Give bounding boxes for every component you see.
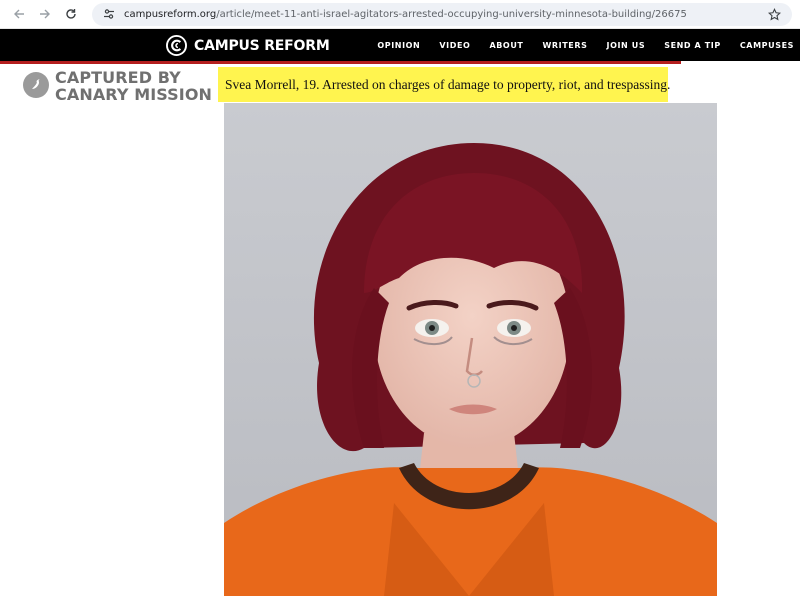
url-path: /article/meet-11-anti-israel-agitators-a… xyxy=(216,8,687,20)
nav-opinion[interactable]: OPINION xyxy=(377,41,420,50)
bookmark-star-icon[interactable] xyxy=(766,6,782,22)
nav-join-us[interactable]: JOIN US xyxy=(607,41,646,50)
nav-writers[interactable]: WRITERS xyxy=(542,41,587,50)
nav-send-a-tip[interactable]: SEND A TIP xyxy=(664,41,721,50)
canary-line2: CANARY MISSION xyxy=(55,85,213,104)
url-text: campusreform.org/article/meet-11-anti-is… xyxy=(124,9,766,20)
logo-mark-icon xyxy=(166,35,187,56)
canary-mission-badge[interactable]: CAPTURED BY CANARY MISSION xyxy=(23,69,212,103)
article-photo xyxy=(224,103,717,596)
main-nav: OPINION VIDEO ABOUT WRITERS JOIN US SEND… xyxy=(358,29,794,61)
url-host: campusreform.org xyxy=(124,8,217,20)
canary-bird-icon xyxy=(23,72,49,98)
logo-text: CAMPUS REFORM xyxy=(194,37,330,54)
photo-caption-highlight: Svea Morrell, 19. Arrested on charges of… xyxy=(218,67,671,102)
back-arrow-icon[interactable] xyxy=(8,3,30,25)
campus-reform-logo[interactable]: CAMPUS REFORM xyxy=(166,35,330,56)
canary-line1: CAPTURED BY xyxy=(55,68,181,87)
nav-about[interactable]: ABOUT xyxy=(489,41,523,50)
article-content: CAPTURED BY CANARY MISSION Svea Morrell,… xyxy=(0,61,800,596)
reload-icon[interactable] xyxy=(60,3,82,25)
forward-arrow-icon[interactable] xyxy=(34,3,56,25)
nav-campuses[interactable]: CAMPUSES xyxy=(740,41,794,50)
mugshot-photo-illustration xyxy=(224,103,717,596)
photo-caption: Svea Morrell, 19. Arrested on charges of… xyxy=(225,76,671,92)
nav-video[interactable]: VIDEO xyxy=(439,41,470,50)
canary-mission-label: CAPTURED BY CANARY MISSION xyxy=(55,69,212,103)
address-bar[interactable]: campusreform.org/article/meet-11-anti-is… xyxy=(92,2,792,26)
site-header: CAMPUS REFORM OPINION VIDEO ABOUT WRITER… xyxy=(0,29,800,61)
browser-toolbar: campusreform.org/article/meet-11-anti-is… xyxy=(0,0,800,29)
site-settings-icon[interactable] xyxy=(102,7,116,21)
